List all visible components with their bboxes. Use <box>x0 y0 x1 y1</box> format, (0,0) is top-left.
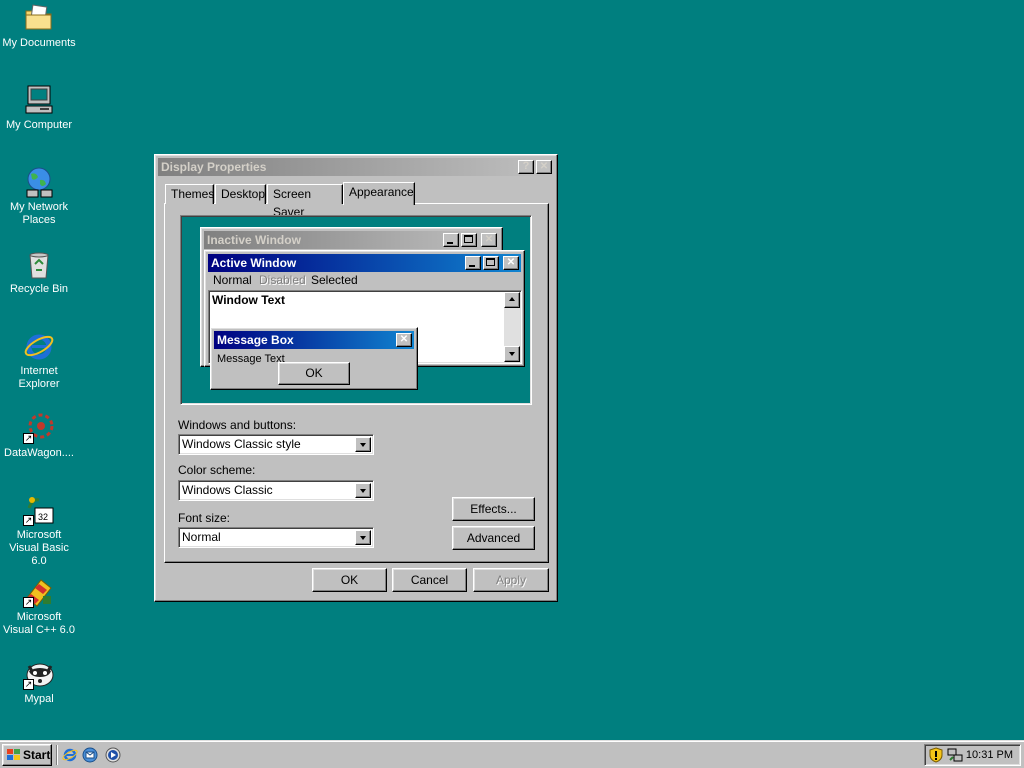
help-button[interactable]: ? <box>518 160 534 174</box>
close-icon: ✕ <box>396 333 412 347</box>
desktop-icon-internet-explorer[interactable]: Internet Explorer <box>0 330 78 391</box>
desktop-icon-my-computer[interactable]: My Computer <box>0 84 78 132</box>
desktop-icon-label: My Computer <box>5 119 73 131</box>
windows-buttons-select[interactable]: Windows Classic style <box>178 434 374 455</box>
desktop-icon-label: My Documents <box>2 37 76 49</box>
network-tray-icon[interactable] <box>947 747 963 766</box>
advanced-button[interactable]: Advanced <box>452 526 535 550</box>
quicklaunch-media-player-icon[interactable] <box>105 747 121 763</box>
apply-button[interactable]: Apply <box>473 568 549 592</box>
preview-menu-selected: Selected <box>311 273 358 287</box>
tab-themes[interactable]: Themes <box>165 184 214 204</box>
color-scheme-select[interactable]: Windows Classic <box>178 480 374 501</box>
desktop-icon-label: DataWagon.... <box>4 447 74 459</box>
ok-button[interactable]: OK <box>312 568 387 592</box>
preview-inactive-titlebar: Inactive Window ✕ <box>204 231 499 249</box>
effects-button[interactable]: Effects... <box>452 497 535 521</box>
chevron-down-icon[interactable] <box>355 437 371 452</box>
start-label: Start <box>23 748 51 762</box>
preview-message-text: Message Text <box>217 353 285 365</box>
desktop-icon-datawagon[interactable]: ↗ DataWagon.... <box>0 412 78 460</box>
network-globe-icon <box>23 166 55 198</box>
quicklaunch-outlook-express-icon[interactable] <box>82 747 98 763</box>
maximize-icon <box>461 233 477 247</box>
color-scheme-label: Color scheme: <box>178 463 256 477</box>
chevron-down-icon[interactable] <box>355 483 371 498</box>
svg-text:32: 32 <box>38 512 48 522</box>
chevron-down-icon[interactable] <box>355 530 371 545</box>
desktop-icon-visual-basic[interactable]: 32 ↗ Microsoft Visual Basic 6.0 <box>0 494 78 568</box>
windows-buttons-value: Windows Classic style <box>182 437 301 451</box>
security-shield-icon[interactable] <box>929 747 943 766</box>
tab-desktop[interactable]: Desktop <box>215 184 266 204</box>
preview-menu-disabled: Disabled <box>259 273 306 287</box>
font-size-select[interactable]: Normal <box>178 527 374 548</box>
scroll-up-icon <box>504 292 520 308</box>
desktop-icon-recycle-bin[interactable]: Recycle Bin <box>0 248 78 296</box>
preview-active-titlebar: Active Window ✕ <box>208 254 521 272</box>
visual-basic-shortcut-icon: 32 ↗ <box>23 494 55 526</box>
shortcut-arrow-icon: ↗ <box>23 597 34 608</box>
dialog-titlebar[interactable]: Display Properties ? ✕ <box>158 158 554 176</box>
tab-screen-saver[interactable]: Screen Saver <box>267 184 343 219</box>
taskbar: Start 10:31 PM <box>0 740 1024 768</box>
desktop-icon-label: Recycle Bin <box>9 283 69 295</box>
desktop-icon-mypal[interactable]: ↗ Mypal <box>0 658 78 706</box>
minimize-icon <box>443 233 459 247</box>
internet-explorer-icon <box>23 330 55 362</box>
clock[interactable]: 10:31 PM <box>966 749 1013 761</box>
minimize-icon <box>465 256 481 270</box>
quicklaunch-internet-explorer-icon[interactable] <box>62 747 78 763</box>
preview-scrollbar <box>504 292 520 362</box>
desktop-icon-label: Internet Explorer <box>18 365 60 390</box>
preview-menu-normal: Normal <box>213 273 252 287</box>
datawagon-shortcut-icon: ↗ <box>23 412 55 444</box>
recycle-bin-icon <box>23 248 55 280</box>
preview-active-title: Active Window <box>211 256 297 270</box>
scroll-down-icon <box>504 346 520 362</box>
desktop-icon-visual-cpp[interactable]: ↗ Microsoft Visual C++ 6.0 <box>0 576 78 637</box>
windows-logo-icon <box>7 749 20 760</box>
desktop-icon-label: Mypal <box>24 693 54 705</box>
preview-message-box-title: Message Box <box>217 333 294 347</box>
tab-appearance[interactable]: Appearance <box>343 182 415 205</box>
shortcut-arrow-icon: ↗ <box>23 679 34 690</box>
computer-icon <box>23 84 55 116</box>
mypal-raccoon-icon: ↗ <box>23 658 55 690</box>
shortcut-arrow-icon: ↗ <box>23 433 34 444</box>
desktop-icon-my-network-places[interactable]: My Network Places <box>0 166 78 227</box>
close-icon: ✕ <box>503 256 519 270</box>
font-size-value: Normal <box>182 530 221 544</box>
taskbar-divider <box>56 745 58 765</box>
preview-window-text: Window Text <box>212 293 285 307</box>
font-size-label: Font size: <box>178 511 231 525</box>
desktop-icon-label: Microsoft Visual Basic 6.0 <box>9 529 69 567</box>
start-button[interactable]: Start <box>2 744 52 766</box>
close-icon: ✕ <box>481 233 497 247</box>
desktop-icon-label: My Network Places <box>9 201 69 226</box>
visual-cpp-shortcut-icon: ↗ <box>23 576 55 608</box>
color-scheme-value: Windows Classic <box>182 483 273 497</box>
desktop-icon-my-documents[interactable]: My Documents <box>0 2 78 50</box>
maximize-icon <box>483 256 499 270</box>
shortcut-arrow-icon: ↗ <box>23 515 34 526</box>
windows-buttons-label: Windows and buttons: <box>178 418 297 432</box>
cancel-button[interactable]: Cancel <box>392 568 467 592</box>
folder-documents-icon <box>23 2 55 34</box>
preview-inactive-title: Inactive Window <box>207 233 301 247</box>
preview-ok-button: OK <box>278 362 350 385</box>
preview-message-box: Message Box ✕ Message Text OK <box>210 327 418 390</box>
system-tray: 10:31 PM <box>924 744 1021 766</box>
desktop-icon-label: Microsoft Visual C++ 6.0 <box>3 611 75 636</box>
close-button[interactable]: ✕ <box>536 160 552 174</box>
preview-message-box-titlebar: Message Box ✕ <box>214 331 414 349</box>
dialog-title: Display Properties <box>161 160 267 174</box>
